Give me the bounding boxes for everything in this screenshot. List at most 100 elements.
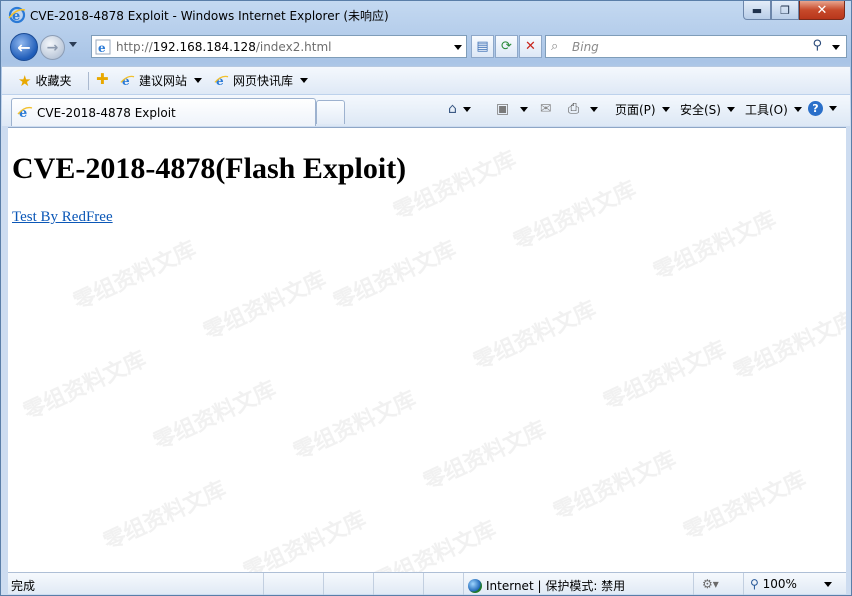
- watermark: 零组资料文库: [69, 237, 201, 316]
- print-button[interactable]: ⎙: [568, 101, 599, 117]
- mail-icon: ✉: [540, 101, 552, 117]
- search-options-dropdown[interactable]: [832, 45, 840, 50]
- navigation-bar: ← → e http://192.168.184.128/index2.html…: [1, 30, 851, 64]
- favorite-item-web-slice-gallery[interactable]: e 网页快讯库: [214, 72, 309, 89]
- add-favorite-star-icon: ✚: [96, 70, 109, 88]
- tab-row: e CVE-2018-4878 Exploit ⌂ ▣ ✉ ⎙ 页面(P) 安全…: [2, 95, 850, 126]
- address-url[interactable]: http://192.168.184.128/index2.html: [116, 40, 331, 54]
- chevron-down-icon: [824, 582, 832, 587]
- status-bar: 完成 Internet | 保护模式: 禁用 ⚙▾ ⚲ 100%: [8, 572, 846, 595]
- maximize-button[interactable]: ❐: [771, 1, 799, 20]
- watermark: 零组资料文库: [419, 417, 551, 496]
- watermark: 零组资料文库: [729, 307, 846, 386]
- help-icon: ?: [808, 101, 823, 116]
- printer-icon: ⎙: [568, 101, 580, 117]
- help-menu[interactable]: ?: [808, 101, 837, 116]
- stop-icon: ✕: [525, 39, 536, 54]
- window-controls: ▬ ❐ ✕: [743, 1, 845, 21]
- watermark: 零组资料文库: [649, 207, 781, 286]
- chevron-down-icon: [462, 106, 471, 112]
- compatibility-view-button[interactable]: ▤: [471, 35, 494, 58]
- zone-text: Internet | 保护模式: 禁用: [486, 579, 626, 593]
- zoom-container: ⚲ 100%: [750, 577, 797, 591]
- divider: [88, 72, 89, 90]
- back-button[interactable]: ←: [10, 33, 38, 61]
- chevron-down-icon: [829, 106, 837, 111]
- search-input[interactable]: Bing: [572, 40, 599, 54]
- compatibility-icon: ▤: [476, 39, 489, 54]
- home-button[interactable]: ⌂: [448, 101, 471, 117]
- address-dropdown[interactable]: [454, 45, 462, 50]
- watermark: 零组资料文库: [19, 347, 151, 426]
- favorites-label: 收藏夹: [35, 74, 72, 88]
- protected-mode-button[interactable]: ⚙▾: [693, 573, 743, 595]
- page-heading: CVE-2018-4878(Flash Exploit): [12, 152, 407, 185]
- watermark: 零组资料文库: [289, 387, 421, 466]
- stop-button[interactable]: ✕: [519, 35, 542, 58]
- watermark: 零组资料文库: [329, 237, 461, 316]
- chevron-down-icon: [726, 107, 735, 112]
- refresh-button[interactable]: ⟳: [495, 35, 518, 58]
- favorites-bar: ★ 收藏夹 ✚ e 建议网站 e 网页快讯库: [2, 66, 850, 94]
- watermark: 零组资料文库: [199, 267, 331, 346]
- status-pane: [373, 573, 423, 595]
- recent-pages-dropdown[interactable]: [69, 42, 77, 47]
- watermark: 零组资料文库: [389, 147, 521, 226]
- read-mail-button[interactable]: ✉: [540, 101, 552, 117]
- feeds-button[interactable]: ▣: [496, 101, 529, 117]
- svg-text:e: e: [98, 41, 106, 55]
- safety-menu[interactable]: 安全(S): [680, 101, 735, 118]
- arrow-right-icon: →: [46, 39, 59, 56]
- page-menu[interactable]: 页面(P): [615, 101, 670, 118]
- ie-page-icon: e: [95, 39, 111, 55]
- chevron-down-icon: [661, 107, 670, 112]
- zone-container: Internet | 保护模式: 禁用: [468, 577, 625, 594]
- home-icon: ⌂: [448, 101, 457, 117]
- chevron-down-icon: [793, 107, 802, 112]
- status-text: 完成: [11, 579, 36, 593]
- favorite-item-label: 网页快讯库: [233, 74, 294, 88]
- zoom-level: 100%: [762, 577, 797, 591]
- security-zone[interactable]: Internet | 保护模式: 禁用: [463, 573, 693, 595]
- refresh-icon: ⟳: [501, 39, 512, 54]
- search-provider-icon: ⌕: [551, 39, 559, 54]
- status-pane: [263, 573, 323, 595]
- chevron-down-icon: [194, 78, 203, 83]
- favorites-button[interactable]: ★ 收藏夹: [18, 72, 71, 89]
- watermark: 零组资料文库: [549, 447, 681, 526]
- tab-label: CVE-2018-4878 Exploit: [37, 106, 176, 120]
- chevron-down-icon: [300, 78, 309, 83]
- tools-menu[interactable]: 工具(O): [745, 101, 802, 118]
- lock-icon: ⚙▾: [702, 577, 719, 591]
- tab-active[interactable]: e CVE-2018-4878 Exploit: [11, 98, 316, 126]
- status-pane: [323, 573, 373, 595]
- ie-icon: e: [214, 74, 229, 88]
- close-button[interactable]: ✕: [799, 1, 845, 20]
- favorite-item-label: 建议网站: [139, 74, 188, 88]
- new-tab-button[interactable]: [316, 100, 345, 124]
- ie-window: e CVE-2018-4878 Exploit - Windows Intern…: [0, 0, 852, 596]
- address-bar[interactable]: e http://192.168.184.128/index2.html: [91, 35, 467, 58]
- watermark: 零组资料文库: [599, 337, 731, 416]
- watermark: 零组资料文库: [149, 377, 281, 456]
- watermark: 零组资料文库: [239, 507, 371, 572]
- watermark: 零组资料文库: [509, 177, 641, 256]
- rss-feed-icon: ▣: [496, 101, 510, 117]
- tools-menu-label: 工具(O): [745, 103, 788, 117]
- favorite-item-suggested-sites[interactable]: e 建议网站: [120, 72, 203, 89]
- ie-icon: e: [17, 106, 33, 120]
- zoom-button[interactable]: ⚲ 100%: [743, 573, 846, 595]
- watermark: 零组资料文库: [369, 517, 501, 572]
- watermark: 零组资料文库: [469, 297, 601, 376]
- watermark: 零组资料文库: [99, 477, 231, 556]
- safety-menu-label: 安全(S): [680, 103, 721, 117]
- title-bar: e CVE-2018-4878 Exploit - Windows Intern…: [1, 1, 851, 29]
- test-link[interactable]: Test By RedFree: [12, 209, 113, 226]
- minimize-button[interactable]: ▬: [743, 1, 771, 20]
- page-menu-label: 页面(P): [615, 103, 656, 117]
- chevron-down-icon: [520, 106, 529, 112]
- forward-button[interactable]: →: [40, 35, 65, 60]
- search-box[interactable]: ⌕ Bing ⚲: [545, 35, 847, 58]
- add-favorite-button[interactable]: ✚: [96, 70, 109, 88]
- search-icon[interactable]: ⚲: [812, 38, 822, 53]
